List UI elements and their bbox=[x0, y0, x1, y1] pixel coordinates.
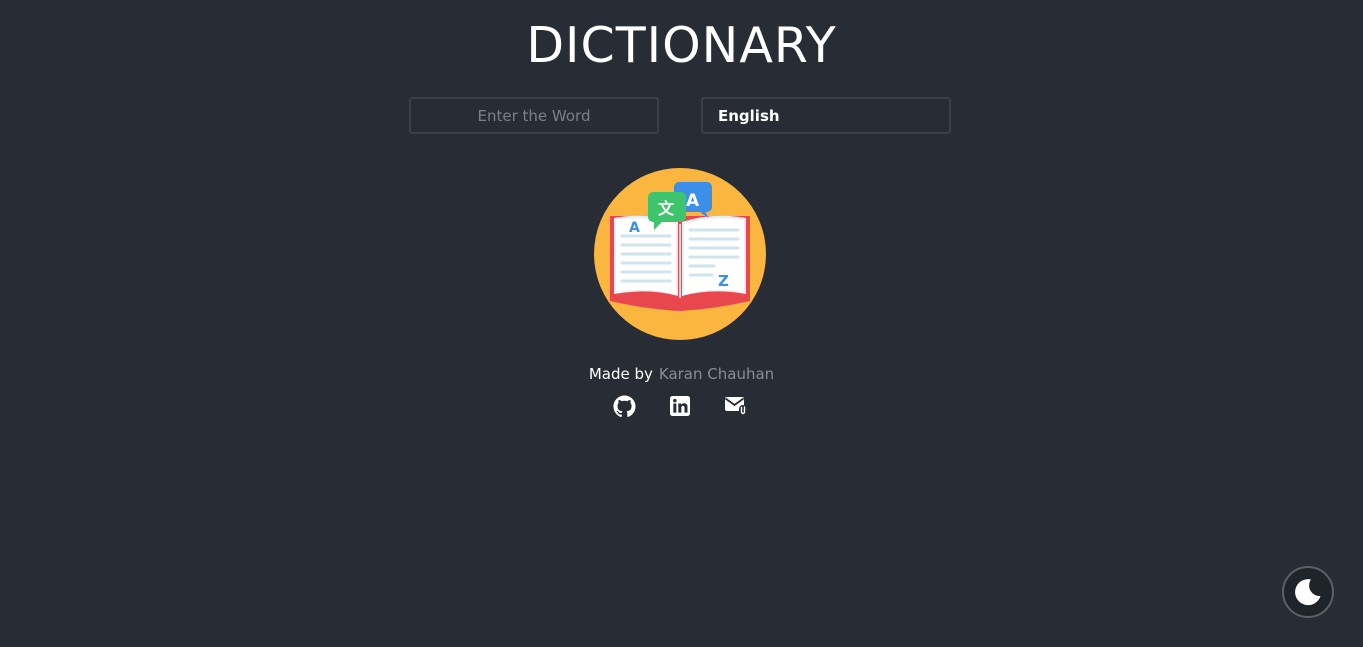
github-link[interactable] bbox=[612, 394, 636, 418]
dictionary-page: DICTIONARY English bbox=[0, 0, 1363, 647]
word-input[interactable] bbox=[409, 97, 659, 134]
made-by-label: Made by bbox=[588, 365, 653, 383]
bubble-char-cn: 文 bbox=[658, 199, 675, 218]
mail-link[interactable] bbox=[724, 394, 748, 418]
moon-icon bbox=[1295, 579, 1321, 606]
language-select-value: English bbox=[718, 106, 780, 125]
bubble-letter-a: A bbox=[686, 191, 700, 211]
social-links bbox=[612, 394, 752, 418]
search-controls: English bbox=[409, 97, 951, 134]
open-book-translate-icon: A Z A 文 bbox=[594, 168, 766, 340]
language-select[interactable]: English bbox=[701, 97, 951, 134]
theme-toggle-button[interactable] bbox=[1282, 566, 1334, 618]
dictionary-illustration: A Z A 文 bbox=[594, 168, 766, 340]
linkedin-icon bbox=[670, 396, 690, 416]
credit-line: Made by Karan Chauhan bbox=[0, 364, 1363, 384]
author-link[interactable]: Karan Chauhan bbox=[659, 365, 774, 383]
page-title: DICTIONARY bbox=[526, 17, 837, 74]
github-icon bbox=[612, 394, 636, 417]
mail-icon bbox=[724, 397, 747, 416]
page-letter-z: Z bbox=[718, 272, 729, 290]
page-letter-a: A bbox=[629, 220, 640, 236]
linkedin-link[interactable] bbox=[668, 394, 692, 418]
